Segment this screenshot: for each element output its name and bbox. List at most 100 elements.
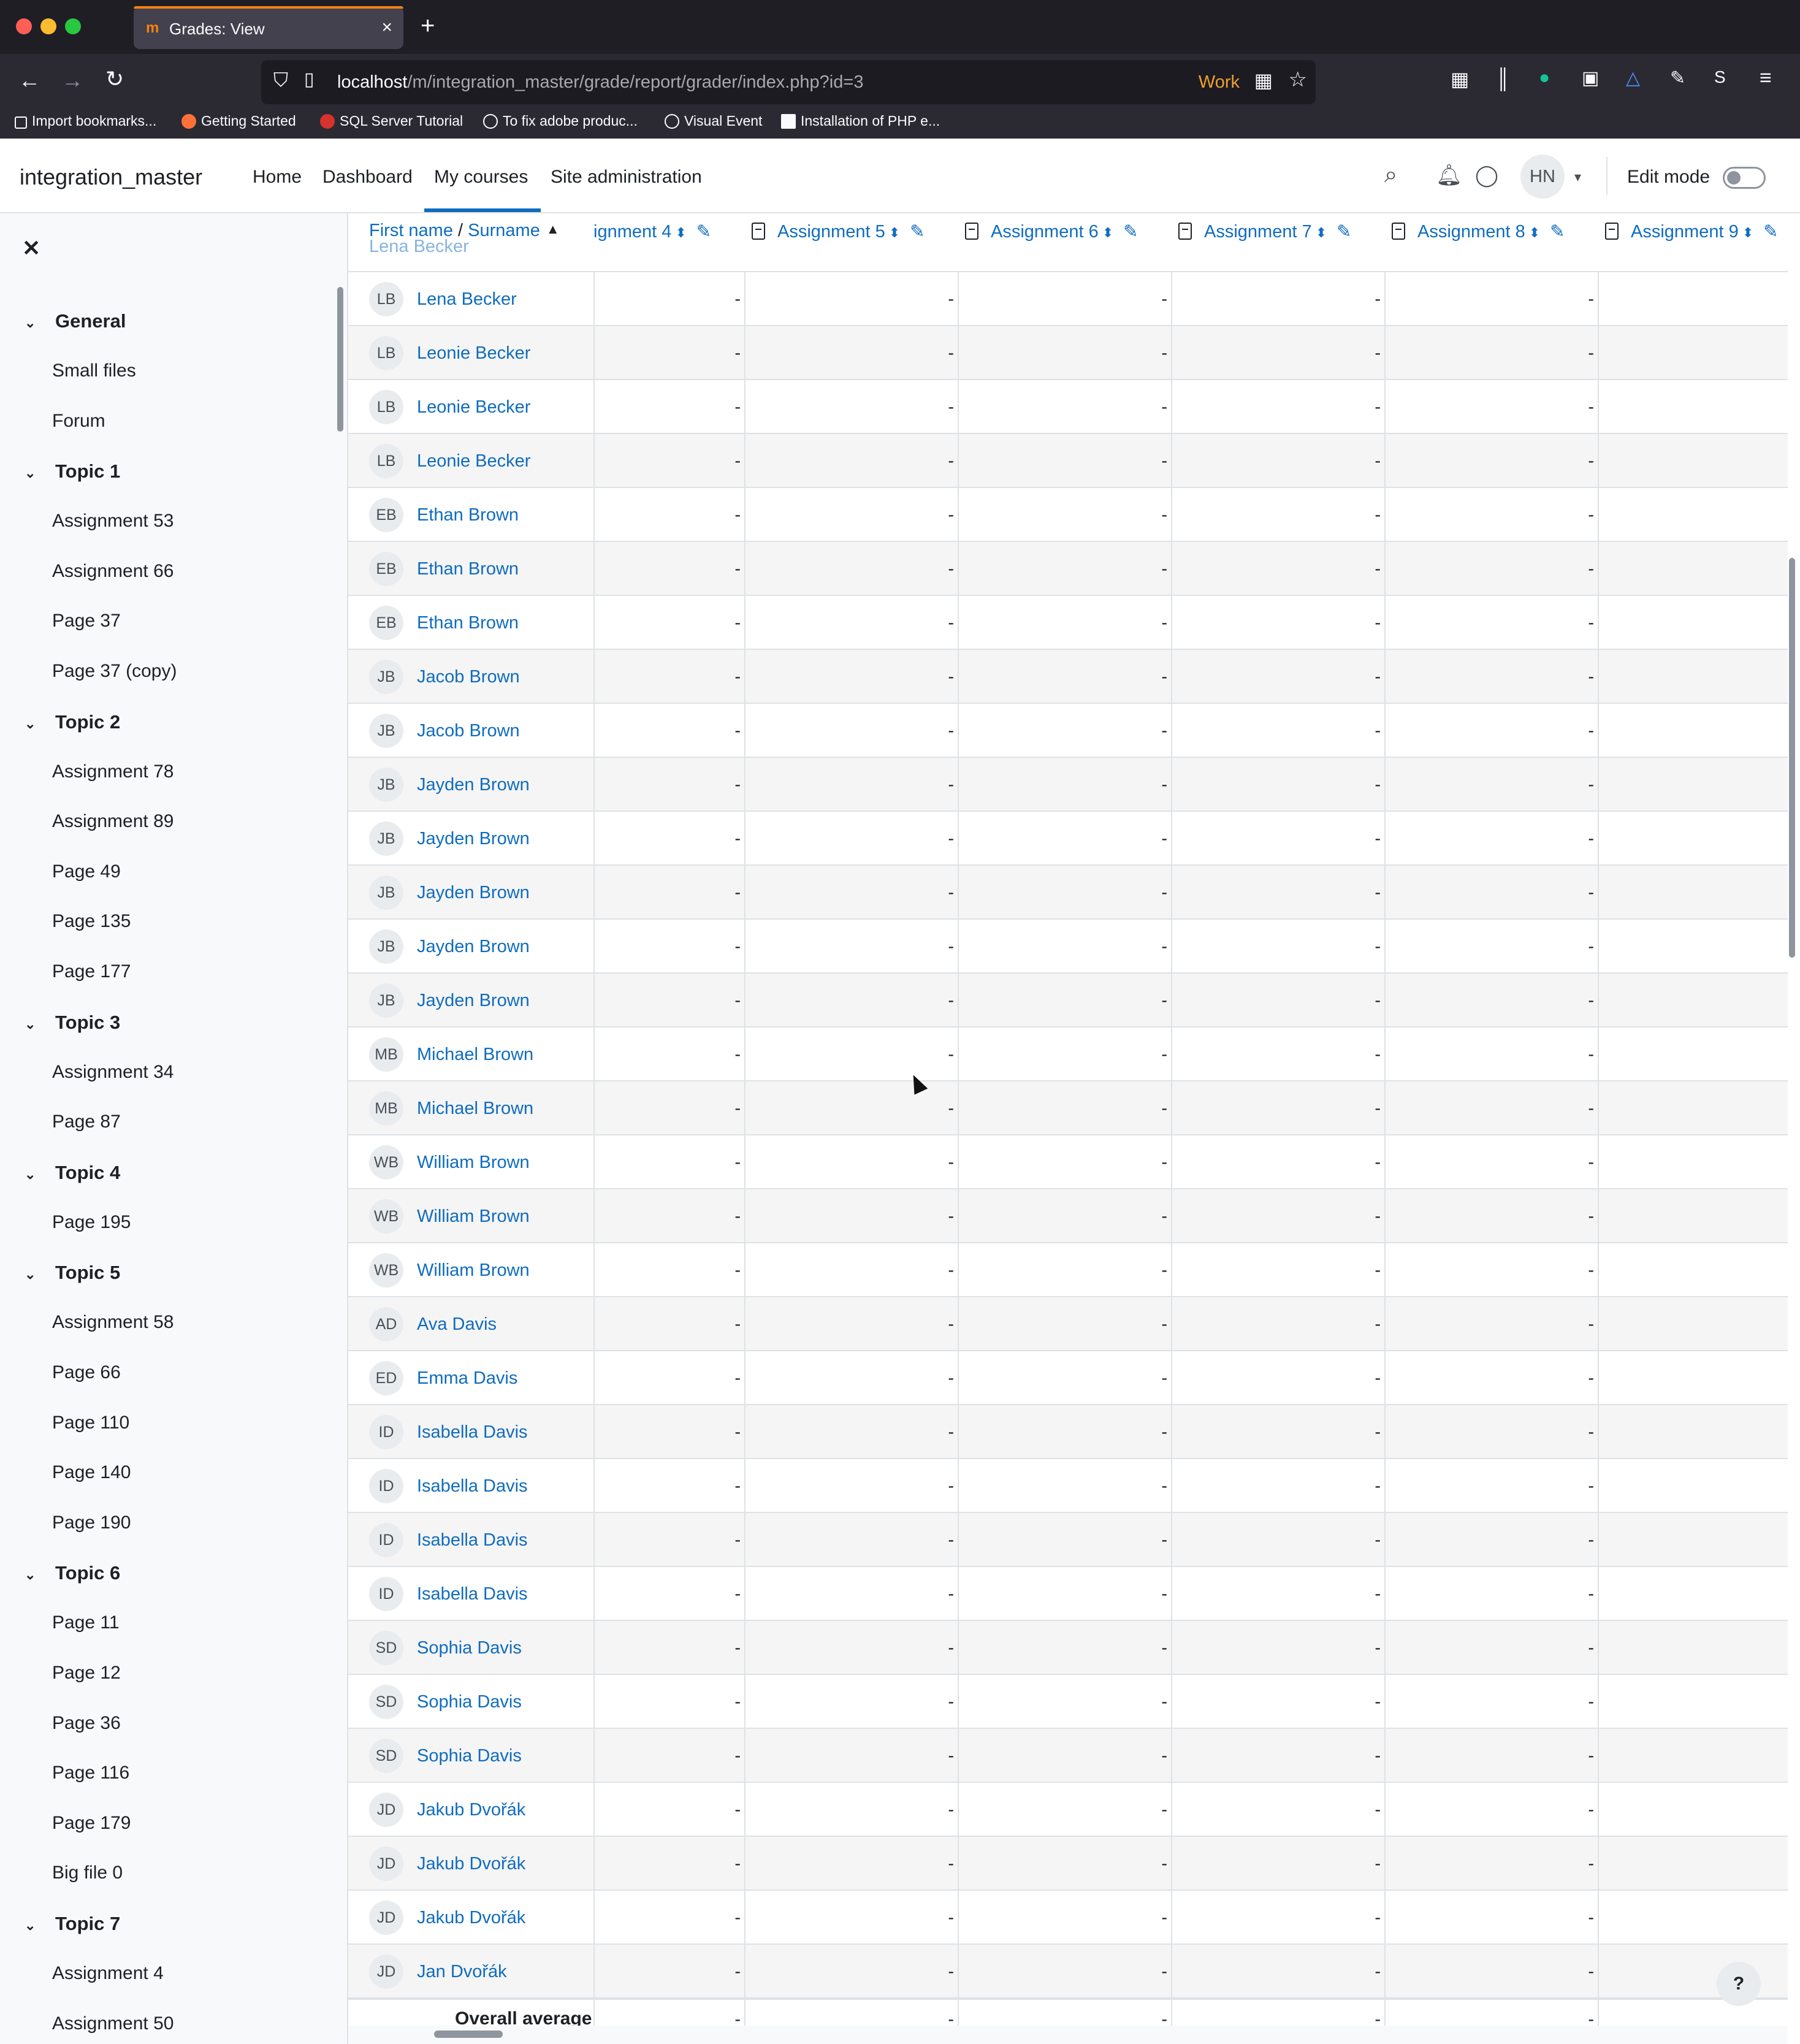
grade-cell[interactable]: - bbox=[716, 1153, 741, 1173]
grade-cell[interactable]: - bbox=[1356, 1476, 1381, 1497]
student-name-link[interactable]: Michael Brown bbox=[417, 1099, 533, 1119]
grade-cell[interactable]: - bbox=[929, 1908, 954, 1928]
student-name-link[interactable]: Jayden Brown bbox=[417, 937, 530, 957]
avatar[interactable]: SD bbox=[369, 1631, 403, 1665]
student-name-link[interactable]: Jayden Brown bbox=[417, 991, 530, 1011]
grade-cell[interactable]: - bbox=[1143, 1153, 1167, 1173]
grade-cell[interactable]: - bbox=[1356, 1530, 1381, 1550]
course-activity-link[interactable]: Page 87 bbox=[52, 1112, 121, 1132]
grade-cell[interactable]: - bbox=[1569, 1854, 1594, 1874]
grade-cell[interactable]: - bbox=[716, 1638, 741, 1658]
edit-pencil-icon[interactable]: ✎ bbox=[910, 222, 925, 242]
grade-cell[interactable]: - bbox=[929, 289, 954, 310]
course-activity-link[interactable]: Big file 0 bbox=[52, 1863, 123, 1883]
student-name-link[interactable]: Leonie Becker bbox=[417, 451, 530, 471]
assignment-column-link[interactable]: Assignment 6 bbox=[991, 222, 1099, 242]
student-name-link[interactable]: Ethan Brown bbox=[417, 559, 519, 579]
grade-cell[interactable]: - bbox=[929, 1260, 954, 1281]
user-avatar[interactable]: HN bbox=[1520, 154, 1565, 199]
grade-cell[interactable]: - bbox=[929, 451, 954, 471]
nav-dashboard[interactable]: Dashboard bbox=[322, 167, 413, 188]
grade-cell[interactable]: - bbox=[1569, 1584, 1594, 1604]
assignment-column-link[interactable]: Assignment 5 bbox=[777, 222, 885, 242]
grade-cell[interactable]: - bbox=[1569, 1638, 1594, 1658]
shield-icon[interactable]: ⛉ bbox=[273, 69, 288, 92]
student-name-link[interactable]: Emma Davis bbox=[417, 1368, 517, 1389]
grade-cell[interactable]: - bbox=[1143, 1260, 1167, 1281]
grade-cell[interactable]: - bbox=[929, 775, 954, 795]
grade-cell[interactable]: - bbox=[929, 1854, 954, 1874]
nav-home[interactable]: Home bbox=[253, 167, 302, 188]
grade-cell[interactable]: - bbox=[1143, 289, 1167, 310]
student-name-link[interactable]: Jan Dvořák bbox=[417, 1962, 507, 1982]
grade-cell[interactable]: - bbox=[929, 1045, 954, 1065]
chevron-down-icon[interactable]: ⌄ bbox=[25, 1567, 43, 1583]
grade-cell[interactable]: - bbox=[1569, 289, 1594, 310]
grade-cell[interactable]: - bbox=[1356, 1800, 1381, 1820]
grade-cell[interactable]: - bbox=[1143, 1746, 1167, 1766]
grade-cell[interactable]: - bbox=[1356, 451, 1381, 471]
grade-cell[interactable]: - bbox=[929, 397, 954, 418]
grade-cell[interactable]: - bbox=[716, 343, 741, 364]
grade-cell[interactable]: - bbox=[1143, 883, 1167, 903]
course-activity-link[interactable]: Page 190 bbox=[52, 1512, 131, 1533]
grade-cell[interactable]: - bbox=[929, 1530, 954, 1550]
extension-glasses-icon[interactable]: ▣ bbox=[1582, 67, 1599, 89]
grade-cell[interactable]: - bbox=[1356, 1260, 1381, 1281]
grade-cell[interactable]: - bbox=[1569, 505, 1594, 525]
grade-cell[interactable]: - bbox=[929, 505, 954, 525]
course-activity-link[interactable]: Assignment 89 bbox=[52, 811, 174, 832]
avatar[interactable]: JD bbox=[369, 1793, 403, 1827]
chevron-down-icon[interactable]: ⌄ bbox=[25, 1016, 43, 1032]
course-section[interactable]: ⌄ Topic 3 bbox=[25, 1012, 120, 1034]
reload-icon[interactable]: ↻ bbox=[105, 66, 124, 92]
student-name-link[interactable]: William Brown bbox=[417, 1153, 530, 1173]
sort-toggle-icon[interactable]: ⬍ bbox=[1742, 225, 1753, 240]
grade-cell[interactable]: - bbox=[929, 667, 954, 687]
avatar[interactable]: JB bbox=[369, 660, 403, 694]
grade-cell[interactable]: - bbox=[1569, 1746, 1594, 1766]
grade-cell[interactable]: - bbox=[1143, 1099, 1167, 1119]
bookmark-import[interactable]: Import bookmarks... bbox=[15, 113, 156, 129]
grade-cell[interactable]: - bbox=[1143, 1962, 1167, 1982]
grade-cell[interactable]: - bbox=[929, 1422, 954, 1443]
grade-cell[interactable]: - bbox=[1143, 397, 1167, 418]
grade-cell[interactable]: - bbox=[1569, 1207, 1594, 1227]
grade-cell[interactable]: - bbox=[1143, 1854, 1167, 1874]
course-activity-link[interactable]: Assignment 66 bbox=[52, 561, 174, 582]
grade-cell[interactable]: - bbox=[716, 1260, 741, 1281]
grade-cell[interactable]: - bbox=[1143, 937, 1167, 957]
grade-cell[interactable]: - bbox=[929, 343, 954, 364]
avatar[interactable]: MB bbox=[369, 1037, 403, 1072]
avatar[interactable]: EB bbox=[369, 606, 403, 640]
course-section[interactable]: ⌄ Topic 6 bbox=[25, 1562, 120, 1584]
course-section-label[interactable]: Topic 7 bbox=[55, 1913, 120, 1934]
grade-cell[interactable]: - bbox=[1143, 1638, 1167, 1658]
grade-cell[interactable]: - bbox=[1356, 397, 1381, 418]
grade-cell[interactable]: - bbox=[1569, 451, 1594, 471]
student-name-link[interactable]: Sophia Davis bbox=[417, 1638, 522, 1658]
grade-cell[interactable]: - bbox=[1569, 775, 1594, 795]
student-name-link[interactable]: Michael Brown bbox=[417, 1045, 533, 1065]
student-name-link[interactable]: Ethan Brown bbox=[417, 505, 519, 525]
student-name-link[interactable]: Ethan Brown bbox=[417, 613, 519, 633]
avatar[interactable]: ID bbox=[369, 1415, 403, 1449]
bookmark-sql-server[interactable]: SQL Server Tutorial bbox=[320, 113, 463, 129]
grade-cell[interactable]: - bbox=[1356, 1314, 1381, 1335]
course-section-label[interactable]: Topic 6 bbox=[55, 1562, 120, 1584]
avatar[interactable]: ID bbox=[369, 1523, 403, 1557]
new-tab-icon[interactable]: + bbox=[421, 13, 435, 38]
student-name-link[interactable]: Leonie Becker bbox=[417, 397, 530, 418]
course-section-label[interactable]: General bbox=[55, 310, 126, 332]
avatar[interactable]: SD bbox=[369, 1685, 403, 1719]
grade-cell[interactable]: - bbox=[1569, 1099, 1594, 1119]
grade-cell[interactable]: - bbox=[716, 991, 741, 1011]
forward-arrow-icon[interactable]: → bbox=[61, 67, 83, 93]
avatar[interactable]: LB bbox=[369, 390, 403, 424]
grade-cell[interactable]: - bbox=[1569, 1476, 1594, 1497]
grade-cell[interactable]: - bbox=[1569, 829, 1594, 849]
course-activity-link[interactable]: Page 195 bbox=[52, 1212, 131, 1233]
sort-toggle-icon[interactable]: ⬍ bbox=[1316, 225, 1327, 240]
grade-cell[interactable]: - bbox=[1569, 1908, 1594, 1928]
grade-cell[interactable]: - bbox=[1356, 289, 1381, 310]
